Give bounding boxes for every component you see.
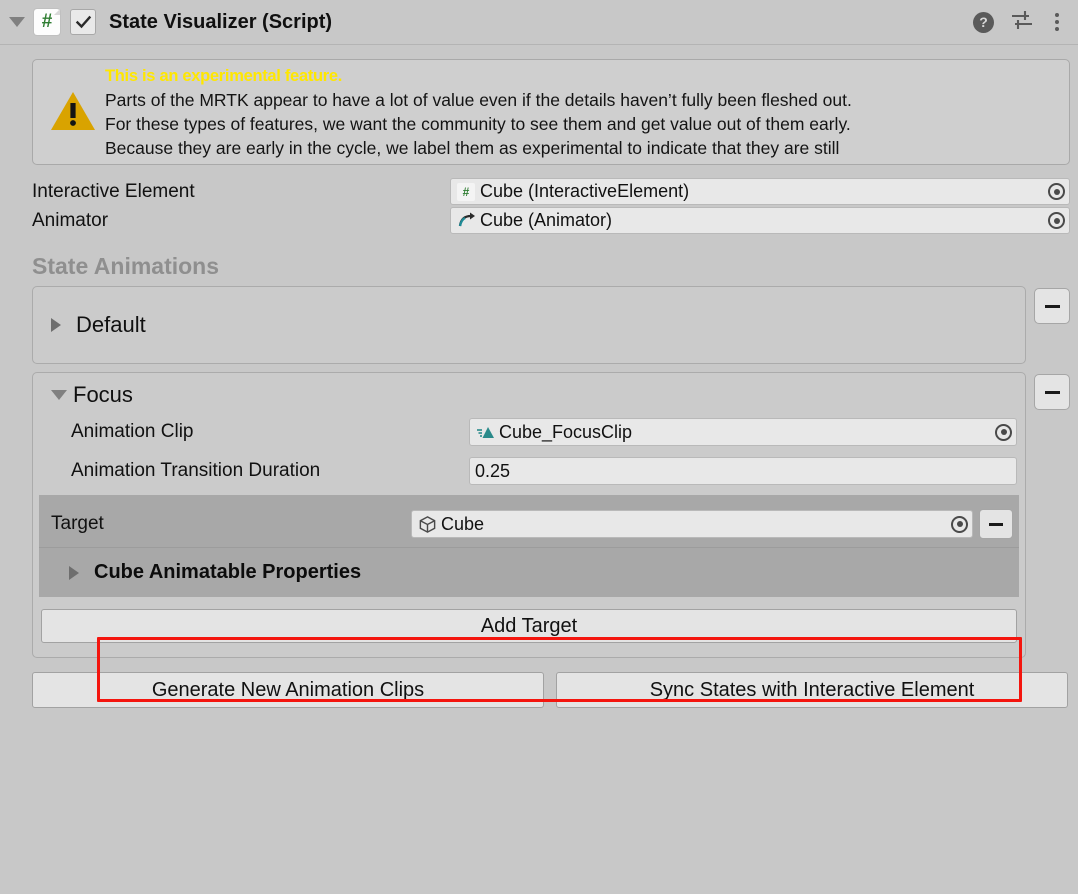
state-focus: Focus Animation Clip Cube_FocusClip Anim… — [32, 372, 1078, 658]
generate-animation-clips-button[interactable]: Generate New Animation Clips — [32, 672, 544, 708]
chevron-down-icon[interactable] — [9, 17, 25, 27]
animator-row: Animator Cube (Animator) — [32, 206, 1078, 235]
transition-duration-input[interactable]: 0.25 — [469, 457, 1017, 485]
state-default-foldout[interactable]: Default — [33, 305, 146, 345]
animator-objectfield[interactable]: Cube (Animator) — [450, 207, 1070, 234]
gameobject-cube-icon — [417, 514, 437, 534]
state-focus-foldout[interactable]: Focus — [33, 373, 1025, 417]
animation-clip-label: Animation Clip — [71, 421, 194, 442]
target-value: Cube — [441, 513, 485, 534]
script-component-icon: # — [34, 9, 60, 35]
add-target-button[interactable]: Add Target — [41, 609, 1017, 643]
interactive-element-label: Interactive Element — [32, 180, 195, 202]
preset-sliders-icon[interactable] — [1010, 9, 1034, 36]
transition-duration-row: Animation Transition Duration 0.25 — [71, 456, 1017, 486]
object-picker-icon[interactable] — [1046, 210, 1067, 231]
state-default: Default — [32, 286, 1078, 364]
state-default-label: Default — [76, 312, 146, 337]
state-focus-box: Focus Animation Clip Cube_FocusClip Anim… — [32, 372, 1026, 658]
experimental-warning-helpbox: This is an experimental feature. Parts o… — [32, 59, 1070, 165]
animatable-properties-foldout[interactable]: Cube Animatable Properties — [39, 547, 1019, 597]
animation-clip-value: Cube_FocusClip — [499, 421, 633, 442]
state-animations-title: State Animations — [32, 253, 220, 279]
state-focus-label: Focus — [73, 382, 133, 407]
animatable-properties-label: Cube Animatable Properties — [94, 561, 362, 583]
chevron-down-icon[interactable] — [51, 390, 67, 400]
help-icon[interactable]: ? — [973, 11, 994, 33]
page-title: State Visualizer (Script) — [109, 10, 333, 33]
inspector-body: This is an experimental feature. Parts o… — [0, 59, 1078, 708]
animator-label: Animator — [32, 209, 109, 231]
warning-triangle-icon — [45, 89, 101, 133]
component-header: # State Visualizer (Script) ? — [0, 0, 1078, 45]
transition-duration-label: Animation Transition Duration — [71, 460, 321, 481]
sync-states-button[interactable]: Sync States with Interactive Element — [556, 672, 1068, 708]
animation-clip-objectfield[interactable]: Cube_FocusClip — [469, 418, 1017, 446]
interactive-element-objectfield[interactable]: # Cube (InteractiveElement) — [450, 178, 1070, 205]
warning-line-3: Because they are early in the cycle, we … — [105, 137, 840, 158]
warning-line-2: For these types of features, we want the… — [105, 113, 851, 134]
remove-state-default-button[interactable] — [1034, 288, 1070, 324]
object-picker-icon[interactable] — [1046, 181, 1067, 202]
add-target-wrap: Add Target — [33, 597, 1025, 657]
interactive-element-value: Cube (InteractiveElement) — [480, 181, 690, 201]
animation-clip-icon — [475, 422, 495, 442]
state-focus-fields: Animation Clip Cube_FocusClip Animation … — [33, 417, 1025, 486]
interactive-element-row: Interactive Element # Cube (InteractiveE… — [32, 177, 1078, 206]
warning-title: This is an experimental feature. — [105, 66, 343, 85]
remove-state-focus-button[interactable] — [1034, 374, 1070, 410]
target-objectfield[interactable]: Cube — [411, 510, 973, 538]
target-label: Target — [51, 513, 104, 534]
warning-text: This is an experimental feature. Parts o… — [101, 63, 852, 160]
animator-value: Cube (Animator) — [480, 210, 613, 230]
animation-clip-row: Animation Clip Cube_FocusClip — [71, 417, 1017, 447]
header-actions: ? — [973, 9, 1068, 36]
chevron-right-icon[interactable] — [69, 565, 79, 580]
state-default-box: Default — [32, 286, 1026, 364]
warning-line-1: Parts of the MRTK appear to have a lot o… — [105, 89, 852, 110]
component-enabled-checkbox[interactable] — [70, 9, 96, 35]
footer-buttons: Generate New Animation Clips Sync States… — [32, 672, 1068, 708]
animator-icon — [456, 211, 476, 231]
object-picker-icon[interactable] — [993, 422, 1014, 443]
target-panel: Target Cube Cube Animatable Properties — [39, 495, 1019, 597]
script-component-icon: # — [456, 182, 476, 202]
remove-target-button[interactable] — [979, 509, 1013, 539]
kebab-menu-icon[interactable] — [1050, 11, 1064, 33]
object-picker-icon[interactable] — [949, 514, 970, 535]
chevron-right-icon[interactable] — [51, 318, 61, 332]
target-row: Target Cube — [39, 501, 1019, 547]
